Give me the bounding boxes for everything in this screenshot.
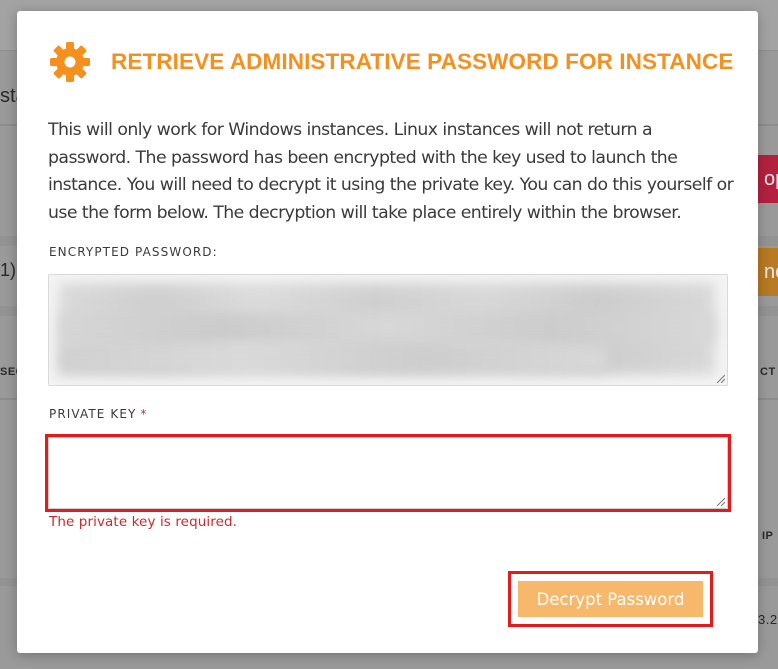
resize-handle-icon[interactable] bbox=[715, 373, 725, 383]
background-button: op bbox=[758, 155, 778, 203]
private-key-label: PRIVATE KEY * bbox=[49, 407, 148, 421]
resize-handle-icon[interactable] bbox=[715, 496, 725, 506]
background-button: nc bbox=[758, 248, 778, 296]
private-key-input[interactable] bbox=[45, 434, 731, 512]
dialog-header: RETRIEVE ADMINISTRATIVE PASSWORD FOR INS… bbox=[48, 40, 738, 84]
dialog-description: This will only work for Windows instance… bbox=[48, 120, 734, 223]
decrypt-password-button[interactable]: Decrypt Password bbox=[518, 581, 703, 617]
gear-icon bbox=[48, 40, 92, 84]
redacted-content bbox=[59, 345, 607, 373]
background-text: IP bbox=[762, 530, 774, 542]
retrieve-password-dialog: RETRIEVE ADMINISTRATIVE PASSWORD FOR INS… bbox=[17, 11, 758, 653]
background-text: 1) bbox=[0, 260, 17, 280]
dialog-title: RETRIEVE ADMINISTRATIVE PASSWORD FOR INS… bbox=[111, 49, 734, 74]
decrypt-button-highlight: Decrypt Password bbox=[508, 571, 713, 627]
encrypted-password-label: ENCRYPTED PASSWORD: bbox=[49, 245, 218, 259]
required-marker: * bbox=[140, 407, 148, 421]
private-key-label-text: PRIVATE KEY bbox=[49, 407, 137, 421]
private-key-error: The private key is required. bbox=[49, 514, 238, 530]
encrypted-password-field[interactable] bbox=[48, 274, 728, 386]
redacted-content bbox=[59, 313, 715, 343]
background-text: 3.20 bbox=[758, 612, 778, 627]
background-text: CT bbox=[760, 366, 776, 378]
